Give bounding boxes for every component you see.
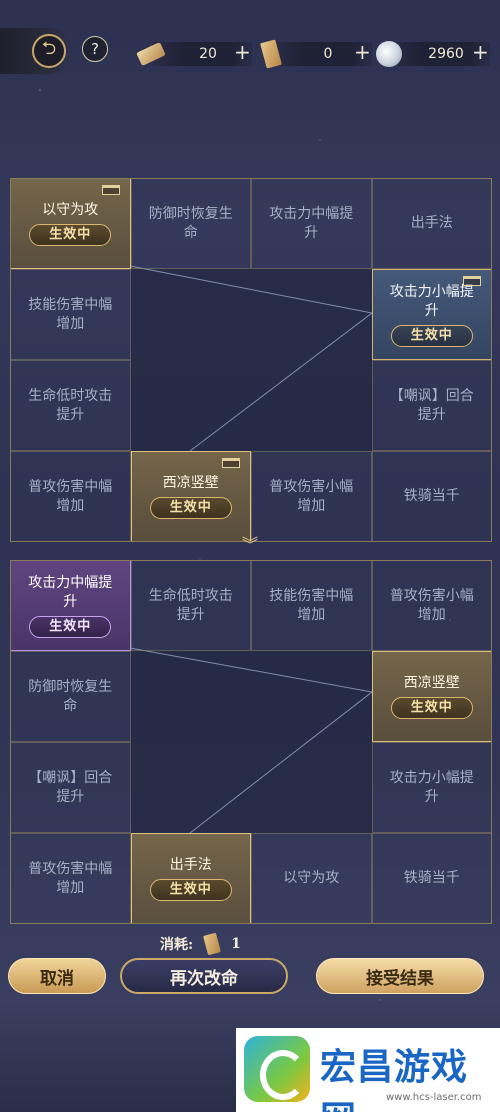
site-logo-icon [244, 1036, 310, 1102]
cost-row: 消耗: 1 [160, 932, 280, 956]
resource-scroll: 20 + [136, 40, 252, 66]
cancel-button[interactable]: 取消 [8, 958, 106, 994]
back-arrow-icon: ⮌ [32, 34, 66, 68]
current-fate-grid: 以守为攻 生效中 防御时恢复生命 攻击力中幅提升 出手法 技能伤害中幅增加 攻击力小幅提升生… [10, 178, 492, 542]
new-fate-grid: 攻击力中幅提升 生效中 生命低时攻击提升 技能伤害中幅增加 普攻伤害小幅增加 防御时恢复生… [10, 560, 492, 924]
back-button[interactable]: ⮌ [0, 28, 72, 74]
chevron-down-icon: ︾ [241, 535, 258, 554]
cost-value: 1 [231, 936, 241, 952]
add-scroll-button[interactable]: + [234, 40, 251, 64]
accept-result-button[interactable]: 接受结果 [316, 958, 484, 994]
moon-coin-icon [376, 41, 402, 67]
resource-moon-coin: 2960 + [376, 40, 490, 67]
site-watermark: 宏昌游戏网 www.hcs-laser.com [236, 1028, 500, 1112]
resource-paper: 0 + [258, 39, 372, 69]
paper-bundle-icon [203, 932, 222, 956]
cost-label: 消耗: [160, 937, 194, 953]
add-paper-button[interactable]: + [354, 40, 371, 64]
top-bar: ⮌ ? 20 + 0 + 2960 + [0, 28, 500, 78]
add-moon-coin-button[interactable]: + [472, 40, 489, 64]
reroll-fate-button[interactable]: 再次改命 [120, 958, 288, 994]
help-button[interactable]: ? [82, 36, 108, 62]
watermark-url: www.hcs-laser.com [386, 1092, 482, 1103]
